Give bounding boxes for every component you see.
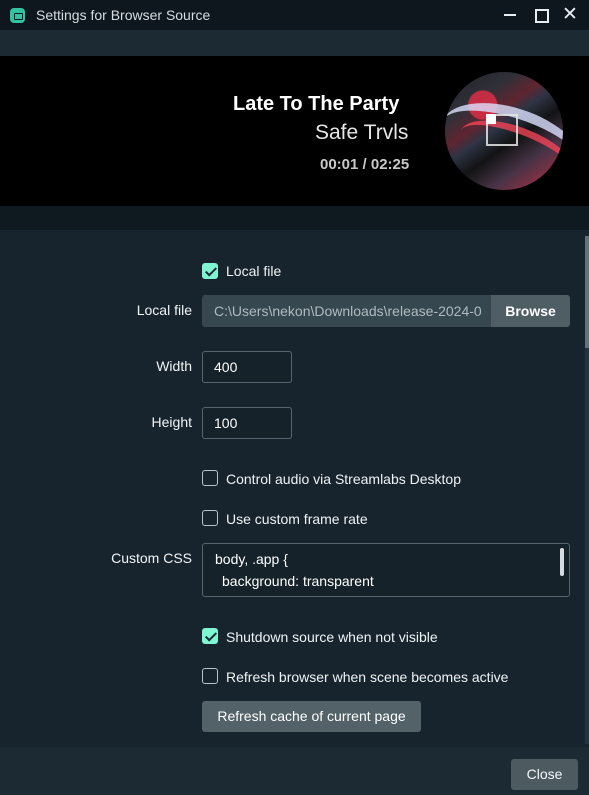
width-label: Width (156, 358, 192, 374)
custom-css-scroll-thumb[interactable] (560, 548, 564, 576)
height-input[interactable]: 100 (202, 407, 292, 439)
window-titlebar: Settings for Browser Source ✕ (0, 0, 589, 30)
local-file-checkbox-label: Local file (226, 263, 282, 279)
control-audio-label: Control audio via Streamlabs Desktop (226, 471, 462, 487)
browse-button[interactable]: Browse (491, 295, 570, 327)
maximize-icon[interactable] (531, 5, 551, 25)
close-button[interactable]: Close (511, 759, 578, 790)
custom-css-line-2: background: transparent (222, 573, 374, 589)
custom-css-line-1: body, .app { (215, 551, 288, 567)
minimize-icon[interactable] (500, 5, 520, 25)
refresh-browser-label: Refresh browser when scene becomes activ… (226, 669, 509, 685)
local-file-checkbox[interactable] (202, 263, 218, 279)
play-square-corner (486, 114, 496, 124)
track-time: 00:01 / 02:25 (320, 156, 410, 173)
track-artist: Safe Trvls (315, 121, 409, 144)
refresh-cache-button[interactable]: Refresh cache of current page (202, 701, 421, 732)
local-file-path-input[interactable]: C:\Users\nekon\Downloads\release-2024-0 (202, 295, 492, 327)
custom-frame-rate-label: Use custom frame rate (226, 511, 368, 527)
preview-divider (0, 206, 589, 230)
custom-frame-rate-checkbox[interactable] (202, 510, 218, 526)
width-input[interactable]: 400 (202, 351, 292, 383)
streamlabs-icon (10, 8, 25, 23)
close-icon[interactable]: ✕ (560, 5, 580, 25)
custom-css-textarea[interactable]: body, .app { background: transparent (202, 543, 570, 597)
top-band (0, 30, 589, 56)
window-title: Settings for Browser Source (36, 7, 211, 23)
shutdown-source-checkbox[interactable] (202, 628, 218, 644)
custom-css-label: Custom CSS (111, 550, 192, 566)
height-label: Height (151, 414, 192, 430)
track-title: Late To The Party (233, 93, 400, 115)
settings-scrollbar-thumb[interactable] (585, 236, 589, 348)
dialog-footer (0, 747, 589, 795)
local-file-label: Local file (136, 302, 192, 318)
control-audio-checkbox[interactable] (202, 470, 218, 486)
refresh-browser-checkbox[interactable] (202, 668, 218, 684)
shutdown-source-label: Shutdown source when not visible (226, 629, 438, 645)
